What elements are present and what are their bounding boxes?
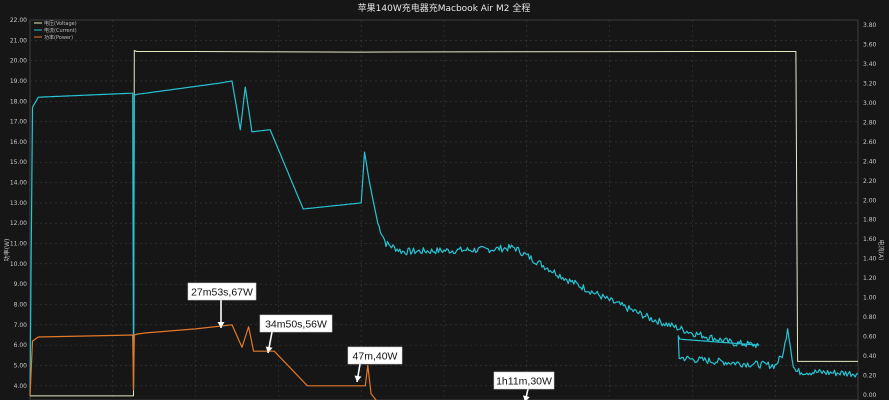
- y-right-tick-label: 1.80: [863, 217, 877, 224]
- y-left-tick-label: 4.00: [14, 383, 28, 390]
- y-left-tick-label: 9.00: [14, 281, 28, 288]
- y-left-tick-label: 17.00: [10, 119, 27, 126]
- y-right-tick-label: 0.20: [863, 373, 877, 380]
- y-axis-right-label: 电流(A): [877, 240, 885, 261]
- y-left-tick-label: 19.00: [10, 78, 27, 85]
- y-left-tick-label: 22.00: [10, 17, 27, 24]
- y-left-tick-label: 15.00: [10, 159, 27, 166]
- legend-label: 功率(Power): [44, 34, 73, 41]
- y-right-tick-label: 1.60: [863, 236, 877, 243]
- y-left-tick-label: 8.00: [14, 301, 28, 308]
- annotation-label: 27m53s,67W: [191, 287, 253, 299]
- y-right-tick-label: 1.20: [863, 275, 877, 282]
- y-left-tick-label: 11.00: [10, 241, 27, 248]
- annotation-label: 1h11m,30W: [496, 376, 552, 388]
- y-left-tick-label: 10.00: [10, 261, 27, 268]
- legend-label: 电流(Current): [44, 27, 77, 34]
- y-right-tick-label: 1.00: [863, 295, 877, 302]
- y-left-tick-label: 16.00: [10, 139, 27, 146]
- y-right-tick-label: 3.00: [863, 100, 877, 107]
- y-right-tick-label: 3.20: [863, 80, 877, 87]
- y-left-tick-label: 12.00: [10, 220, 27, 227]
- y-right-tick-label: 2.00: [863, 197, 877, 204]
- annotation-label: 47m,40W: [353, 351, 398, 363]
- legend-label: 电压(Voltage): [44, 20, 77, 27]
- y-left-tick-label: 20.00: [10, 58, 27, 65]
- y-right-tick-label: 0.80: [863, 314, 877, 321]
- y-left-tick-label: 6.00: [14, 342, 28, 349]
- y-right-tick-label: 1.40: [863, 256, 877, 263]
- y-right-tick-label: 3.40: [863, 61, 877, 68]
- chart: 苹果140W充电器充Macbook Air M2 全程 4.00 5.00 6.00…: [0, 0, 889, 400]
- y-right-tick-label: 2.80: [863, 119, 877, 126]
- y-right-tick-label: 0.40: [863, 353, 877, 360]
- y-right-tick-label: 0.00: [863, 392, 877, 399]
- y-right-tick-label: 3.60: [863, 41, 877, 48]
- y-right-tick-label: 2.20: [863, 178, 877, 185]
- y-left-tick-label: 7.00: [14, 322, 28, 329]
- y-right-tick-label: 3.80: [863, 22, 877, 29]
- y-right-tick-label: 2.60: [863, 139, 877, 146]
- y-left-tick-label: 21.00: [10, 37, 27, 44]
- y-left-tick-label: 18.00: [10, 98, 27, 105]
- chart-title: 苹果140W充电器充Macbook Air M2 全程: [358, 2, 531, 14]
- y-right-tick-label: 0.60: [863, 334, 877, 341]
- y-axis-left-label: 功率(W): [3, 239, 11, 262]
- annotation-label: 34m50s,56W: [265, 319, 327, 331]
- y-left-tick-label: 13.00: [10, 200, 27, 207]
- y-right-tick-label: 2.40: [863, 158, 877, 165]
- y-left-tick-label: 14.00: [10, 180, 27, 187]
- y-left-tick-label: 5.00: [14, 362, 28, 369]
